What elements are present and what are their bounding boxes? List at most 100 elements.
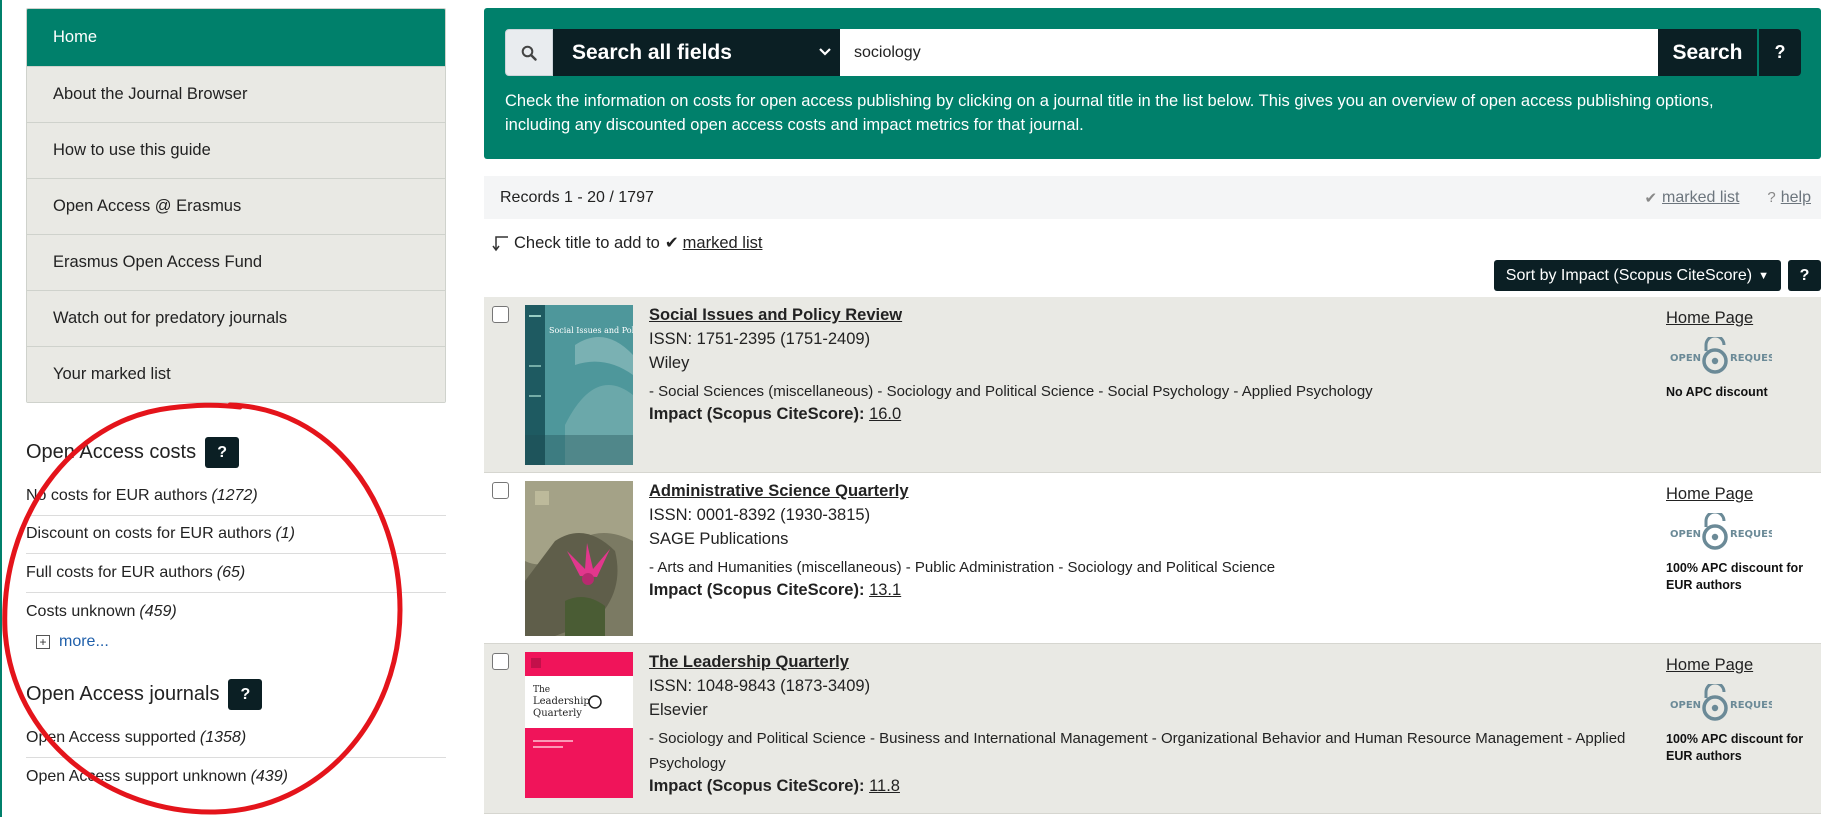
facet-item-label: No costs for EUR authors	[26, 486, 208, 504]
facet-title-text: Open Access costs	[26, 441, 197, 463]
result-publisher: Wiley	[649, 354, 690, 372]
result-info: Social Issues and Policy Review ISSN: 17…	[649, 297, 1666, 472]
facet-item-count: (1358)	[199, 728, 247, 746]
open-access-lock-icon: OPEN REQUEST	[1670, 334, 1782, 374]
home-page-link[interactable]: Home Page	[1666, 656, 1821, 675]
oa-badge-right: REQUEST	[1730, 353, 1772, 364]
search-icon-button[interactable]	[505, 29, 553, 76]
result-checkbox[interactable]	[492, 306, 509, 323]
open-access-lock-icon: OPEN REQUEST	[1670, 681, 1782, 721]
marked-list-link-group[interactable]: ✔ marked list	[1644, 189, 1739, 207]
sort-row: Sort by Impact (Scopus CiteScore) ▼ ?	[484, 260, 1821, 293]
result-publisher: Elsevier	[649, 701, 708, 719]
sort-dropdown[interactable]: Sort by Impact (Scopus CiteScore) ▼	[1493, 260, 1781, 291]
facet-title: Open Access costs ?	[26, 437, 446, 468]
home-page-link[interactable]: Home Page	[1666, 309, 1821, 328]
search-field-select[interactable]: Search all fields	[553, 29, 840, 76]
records-bar: Records 1 - 20 / 1797 ✔ marked list ? he…	[484, 176, 1821, 219]
oa-badge-left: OPEN	[1670, 529, 1701, 540]
journal-cover-image	[525, 481, 633, 636]
sidebar: Home About the Journal Browser How to us…	[26, 8, 446, 796]
facet-help-button[interactable]: ?	[228, 679, 263, 710]
impact-label: Impact (Scopus CiteScore):	[649, 405, 865, 423]
impact-value-link[interactable]: 11.8	[869, 777, 900, 795]
search-description: Check the information on costs for open …	[505, 92, 1714, 134]
facet-item[interactable]: Costs unknown (459)	[26, 593, 446, 632]
journal-cover-image: Social Issues and Policy Review	[525, 305, 678, 465]
result-item: Social Issues and Policy Review Social I…	[484, 297, 1821, 473]
facet-open-access-costs: Open Access costs ? No costs for EUR aut…	[26, 437, 446, 651]
facet-item[interactable]: No costs for EUR authors (1272)	[26, 477, 446, 516]
impact-value-link[interactable]: 13.1	[869, 581, 901, 599]
help-link[interactable]: help	[1781, 189, 1811, 207]
facet-item-count: (1)	[275, 525, 295, 543]
result-checkbox[interactable]	[492, 482, 509, 499]
nav-home[interactable]: Home	[27, 9, 445, 66]
nav-about[interactable]: About the Journal Browser	[27, 66, 445, 122]
result-subjects: - Sociology and Political Science - Busi…	[649, 730, 1626, 772]
facet-item-count: (1272)	[211, 486, 258, 504]
oa-badge-left: OPEN	[1670, 353, 1701, 364]
result-issn: ISSN: 1048-9843 (1873-3409)	[649, 677, 871, 695]
result-checkbox[interactable]	[492, 653, 509, 670]
help-link-group[interactable]: ? help	[1767, 189, 1811, 207]
facet-item[interactable]: Full costs for EUR authors (65)	[26, 554, 446, 593]
nav-how-to-use[interactable]: How to use this guide	[27, 122, 445, 178]
sort-help-button[interactable]: ?	[1788, 260, 1821, 291]
facet-item[interactable]: Discount on costs for EUR authors (1)	[26, 516, 446, 554]
corner-arrow-icon	[492, 236, 508, 252]
result-issn: ISSN: 1751-2395 (1751-2409)	[649, 330, 871, 348]
chevron-down-icon	[819, 48, 831, 56]
facet-help-button[interactable]: ?	[205, 437, 240, 468]
checkmark-icon: ✔	[664, 234, 679, 252]
facet-item[interactable]: Open Access support unknown (439)	[26, 758, 446, 797]
facet-title: Open Access journals ?	[26, 679, 446, 710]
apc-discount-text: 100% APC discount for EUR authors	[1666, 561, 1804, 592]
result-info: Administrative Science Quarterly ISSN: 0…	[649, 473, 1666, 643]
result-title-link[interactable]: Administrative Science Quarterly	[649, 482, 1666, 501]
home-page-link[interactable]: Home Page	[1666, 485, 1821, 504]
impact-value-link[interactable]: 16.0	[869, 405, 901, 423]
result-impact: Impact (Scopus CiteScore): 16.0	[649, 405, 1666, 424]
facet-item[interactable]: Open Access supported (1358)	[26, 719, 446, 758]
facet-item-label: Open Access support unknown	[26, 767, 247, 785]
search-input[interactable]	[840, 29, 1658, 76]
main-content: Search all fields Search ? Check the inf…	[484, 8, 1821, 814]
journal-cover: The Leadership Quarterly	[525, 644, 633, 813]
more-label: more...	[59, 633, 109, 650]
result-title-link[interactable]: The Leadership Quarterly	[649, 653, 1666, 672]
cover-title-line: Quarterly	[533, 708, 582, 719]
search-button[interactable]: Search	[1658, 29, 1757, 76]
nav-predatory-journals[interactable]: Watch out for predatory journals	[27, 290, 445, 346]
facet-more-link[interactable]: + more...	[36, 633, 446, 651]
caret-down-icon: ▼	[1758, 269, 1769, 282]
marked-list-link[interactable]: marked list	[1662, 189, 1739, 207]
nav-open-access-erasmus[interactable]: Open Access @ Erasmus	[27, 178, 445, 234]
result-info: The Leadership Quarterly ISSN: 1048-9843…	[649, 644, 1666, 813]
result-impact: Impact (Scopus CiteScore): 13.1	[649, 581, 1666, 600]
result-title-link[interactable]: Social Issues and Policy Review	[649, 306, 1666, 325]
sort-label: Sort by Impact (Scopus CiteScore)	[1505, 266, 1753, 284]
search-help-button[interactable]: ?	[1759, 29, 1801, 76]
result-publisher: SAGE Publications	[649, 530, 789, 548]
journal-cover	[525, 473, 633, 643]
result-subjects: - Social Sciences (miscellaneous) - Soci…	[649, 383, 1373, 400]
result-impact: Impact (Scopus CiteScore): 11.8	[649, 777, 1666, 796]
cover-title-line: Leadership	[533, 696, 590, 707]
check-hint-marked-list-link[interactable]: marked list	[683, 234, 763, 253]
journal-cover: Social Issues and Policy Review	[525, 297, 678, 472]
nav-open-access-fund[interactable]: Erasmus Open Access Fund	[27, 234, 445, 290]
open-access-lock-icon: OPEN REQUEST	[1670, 510, 1782, 550]
result-issn: ISSN: 0001-8392 (1930-3815)	[649, 506, 871, 524]
apc-discount-text: 100% APC discount for EUR authors	[1666, 732, 1804, 763]
cover-title-text: Social Issues and Policy Review	[549, 326, 633, 335]
facet-item-count: (439)	[250, 767, 288, 785]
result-item: The Leadership Quarterly The Leadership …	[484, 644, 1821, 814]
journal-cover-image: The Leadership Quarterly	[525, 652, 633, 798]
search-row: Search all fields Search ?	[505, 29, 1801, 76]
apc-discount-text: No APC discount	[1666, 385, 1768, 399]
nav-marked-list[interactable]: Your marked list	[27, 346, 445, 402]
plus-box-icon: +	[36, 635, 50, 649]
result-item: Administrative Science Quarterly ISSN: 0…	[484, 473, 1821, 644]
facet-title-text: Open Access journals	[26, 683, 220, 705]
